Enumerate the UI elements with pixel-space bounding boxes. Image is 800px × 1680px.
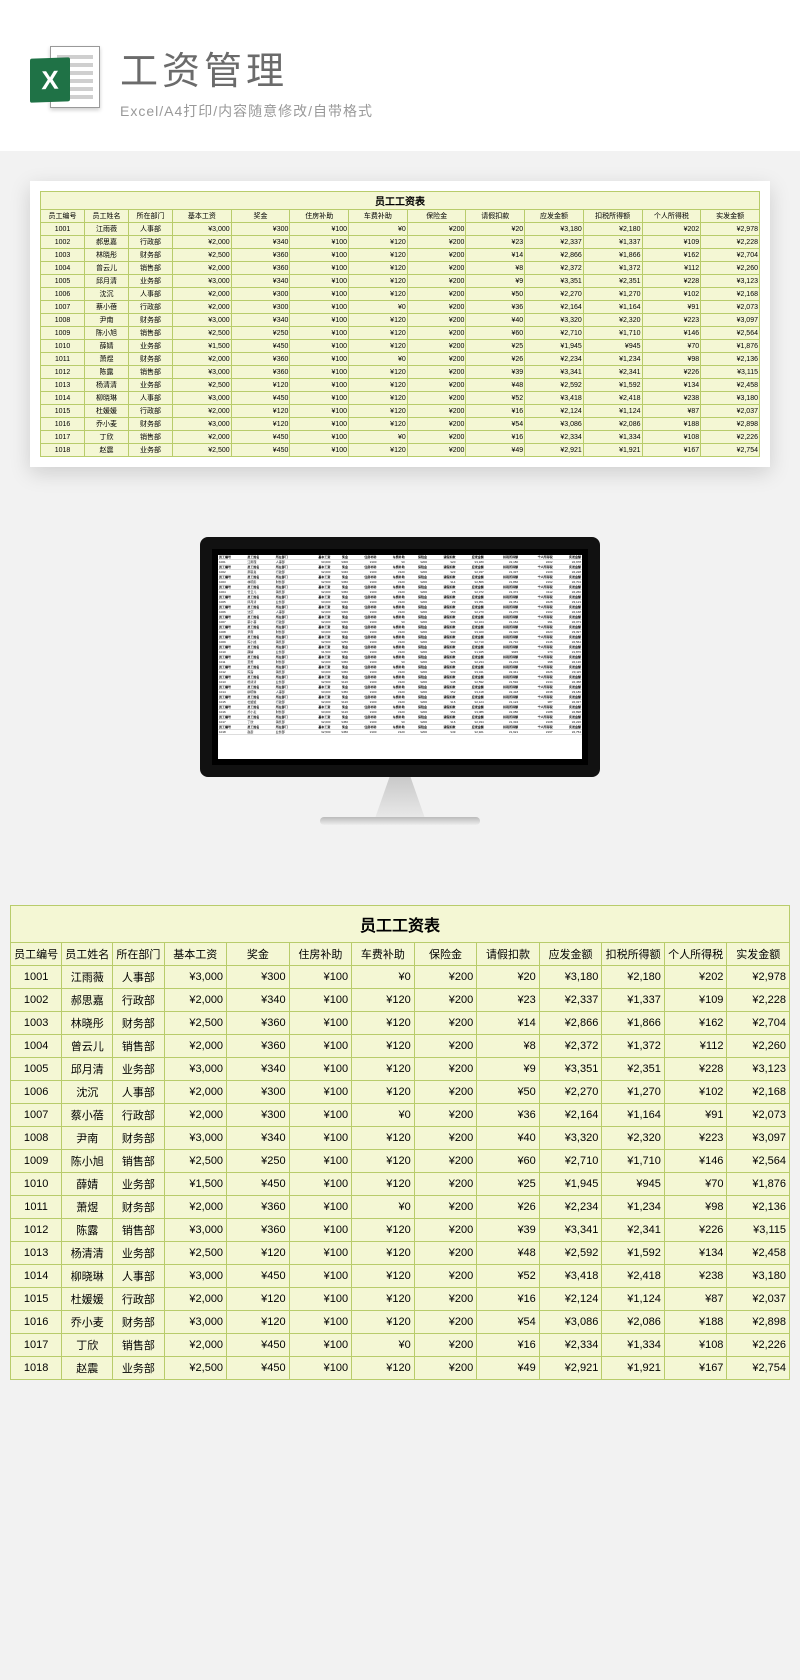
col-header: 保险金	[414, 943, 477, 966]
col-header: 基本工资	[173, 210, 232, 223]
table-row: 1001江雨薇人事部¥3,000¥300¥100¥0¥200¥20¥3,180¥…	[41, 223, 760, 236]
table-row: 1007蔡小蓓行政部¥2,000¥300¥100¥0¥200¥36¥2,164¥…	[11, 1104, 790, 1127]
table-row: 1004曾云儿销售部¥2,000¥360¥100¥120¥200¥8¥2,372…	[41, 262, 760, 275]
table-row: 1010薛婧业务部¥1,500¥450¥100¥120¥200¥25¥1,945…	[11, 1173, 790, 1196]
table-row: 1015杜媛媛行政部¥2,000¥120¥100¥120¥200¥16¥2,12…	[41, 405, 760, 418]
col-header: 应发金额	[539, 943, 602, 966]
col-header: 扣税所得额	[602, 943, 665, 966]
table-row: 1014柳晓琳人事部¥3,000¥450¥100¥120¥200¥52¥3,41…	[41, 392, 760, 405]
col-header: 员工姓名	[62, 943, 113, 966]
col-header: 员工姓名	[85, 210, 129, 223]
excel-icon: X	[30, 46, 100, 116]
page-title: 工资管理	[120, 40, 373, 95]
table-row: 1016乔小麦财务部¥3,000¥120¥100¥120¥200¥54¥3,08…	[11, 1311, 790, 1334]
table-row: 1016乔小麦财务部¥3,000¥120¥100¥120¥200¥54¥3,08…	[41, 418, 760, 431]
table-body: 1001江雨薇人事部¥3,000¥300¥100¥0¥200¥20¥3,180¥…	[41, 223, 760, 457]
monitor-table: 员工编号员工姓名所在部门基本工资奖金住房补助车费补助保险金请假扣款应发金额扣税所…	[218, 555, 582, 735]
table-row: 1006沈沉人事部¥2,000¥300¥100¥120¥200¥50¥2,270…	[41, 288, 760, 301]
table-row: 1018赵震业务部¥2,500¥450¥100¥120¥200¥49¥2,921…	[11, 1357, 790, 1380]
page-header: X 工资管理 Excel/A4打印/内容随意修改/自带格式	[0, 0, 800, 151]
table-row: 1005邱月清业务部¥3,000¥340¥100¥120¥200¥9¥3,351…	[11, 1058, 790, 1081]
col-header: 基本工资	[164, 943, 227, 966]
table-row: 1015杜媛媛行政部¥2,000¥120¥100¥120¥200¥16¥2,12…	[11, 1288, 790, 1311]
col-header: 住房补助	[290, 210, 349, 223]
table-row: 1005邱月清业务部¥3,000¥340¥100¥120¥200¥9¥3,351…	[41, 275, 760, 288]
salary-table-large: 员工工资表 员工编号员工姓名所在部门基本工资奖金住房补助车费补助保险金请假扣款应…	[10, 905, 790, 1380]
table-row: 1017丁欣销售部¥2,000¥450¥100¥0¥200¥16¥2,334¥1…	[11, 1334, 790, 1357]
col-header: 实发金额	[701, 210, 760, 223]
col-header: 个人所得税	[664, 943, 727, 966]
col-header: 奖金	[227, 943, 290, 966]
table-row: 1001江雨薇人事部¥3,000¥300¥100¥0¥200¥20¥3,180¥…	[11, 966, 790, 989]
col-header: 实发金额	[727, 943, 790, 966]
preview-card: 员工工资表 员工编号员工姓名所在部门基本工资奖金住房补助车费补助保险金请假扣款应…	[30, 181, 770, 467]
table-row: 1011萧煜财务部¥2,000¥360¥100¥0¥200¥26¥2,234¥1…	[11, 1196, 790, 1219]
table-row: 1003林晓彤财务部¥2,500¥360¥100¥120¥200¥14¥2,86…	[11, 1012, 790, 1035]
table-row: 1002郝思嘉行政部¥2,000¥340¥100¥120¥200¥23¥2,33…	[41, 236, 760, 249]
col-header: 扣税所得额	[583, 210, 642, 223]
table-row: 1018赵震业务部¥2,500¥450¥100¥120¥200¥49¥2,921…	[41, 444, 760, 457]
table-header-row: 员工编号员工姓名所在部门基本工资奖金住房补助车费补助保险金请假扣款应发金额扣税所…	[41, 210, 760, 223]
col-header: 所在部门	[113, 943, 164, 966]
excel-x-badge: X	[30, 57, 70, 102]
col-header: 请假扣款	[466, 210, 525, 223]
table-title: 员工工资表	[41, 192, 760, 210]
col-header: 车费补助	[352, 943, 415, 966]
table-title-large: 员工工资表	[11, 906, 790, 943]
page-subtitle: Excel/A4打印/内容随意修改/自带格式	[120, 101, 373, 121]
col-header: 应发金额	[525, 210, 584, 223]
col-header: 住房补助	[289, 943, 352, 966]
col-header: 车费补助	[349, 210, 408, 223]
large-table-section: 员工工资表 员工编号员工姓名所在部门基本工资奖金住房补助车费补助保险金请假扣款应…	[10, 905, 790, 1380]
col-header: 个人所得税	[642, 210, 701, 223]
monitor-preview: 员工编号员工姓名所在部门基本工资奖金住房补助车费补助保险金请假扣款应发金额扣税所…	[0, 497, 800, 885]
col-header: 员工编号	[41, 210, 85, 223]
table-row: 1013杨清清业务部¥2,500¥120¥100¥120¥200¥48¥2,59…	[11, 1242, 790, 1265]
col-header: 奖金	[231, 210, 290, 223]
table-row: 1008尹南财务部¥3,000¥340¥100¥120¥200¥40¥3,320…	[41, 314, 760, 327]
table-body-large: 1001江雨薇人事部¥3,000¥300¥100¥0¥200¥20¥3,180¥…	[11, 966, 790, 1380]
col-header: 请假扣款	[477, 943, 540, 966]
table-header-row-large: 员工编号员工姓名所在部门基本工资奖金住房补助车费补助保险金请假扣款应发金额扣税所…	[11, 943, 790, 966]
table-row: 1009陈小旭销售部¥2,500¥250¥100¥120¥200¥60¥2,71…	[11, 1150, 790, 1173]
table-row: 1006沈沉人事部¥2,000¥300¥100¥120¥200¥50¥2,270…	[11, 1081, 790, 1104]
col-header: 员工编号	[11, 943, 62, 966]
table-row: 1007蔡小蓓行政部¥2,000¥300¥100¥0¥200¥36¥2,164¥…	[41, 301, 760, 314]
col-header: 保险金	[407, 210, 466, 223]
table-row: 1004曾云儿销售部¥2,000¥360¥100¥120¥200¥8¥2,372…	[11, 1035, 790, 1058]
salary-table-small: 员工工资表 员工编号员工姓名所在部门基本工资奖金住房补助车费补助保险金请假扣款应…	[40, 191, 760, 457]
col-header: 所在部门	[129, 210, 173, 223]
table-row: 1002郝思嘉行政部¥2,000¥340¥100¥120¥200¥23¥2,33…	[11, 989, 790, 1012]
table-row: 1017丁欣销售部¥2,000¥450¥100¥0¥200¥16¥2,334¥1…	[41, 431, 760, 444]
table-row: 1009陈小旭销售部¥2,500¥250¥100¥120¥200¥60¥2,71…	[41, 327, 760, 340]
table-row: 1014柳晓琳人事部¥3,000¥450¥100¥120¥200¥52¥3,41…	[11, 1265, 790, 1288]
table-row: 1012陈露销售部¥3,000¥360¥100¥120¥200¥39¥3,341…	[41, 366, 760, 379]
table-row: 1011萧煜财务部¥2,000¥360¥100¥0¥200¥26¥2,234¥1…	[41, 353, 760, 366]
table-row: 1012陈露销售部¥3,000¥360¥100¥120¥200¥39¥3,341…	[11, 1219, 790, 1242]
table-row: 1008尹南财务部¥3,000¥340¥100¥120¥200¥40¥3,320…	[11, 1127, 790, 1150]
table-row: 1013杨清清业务部¥2,500¥120¥100¥120¥200¥48¥2,59…	[41, 379, 760, 392]
table-row: 1010薛婧业务部¥1,500¥450¥100¥120¥200¥25¥1,945…	[41, 340, 760, 353]
table-row: 1003林晓彤财务部¥2,500¥360¥100¥120¥200¥14¥2,86…	[41, 249, 760, 262]
